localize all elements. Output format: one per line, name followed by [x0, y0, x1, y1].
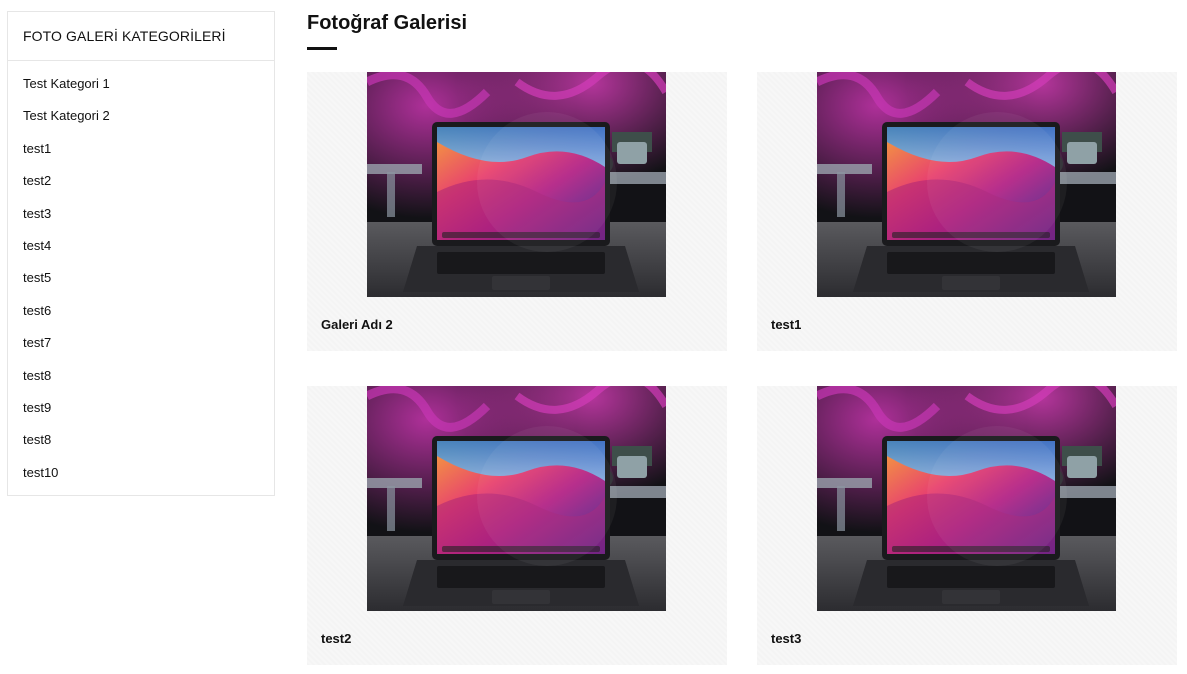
gallery-title[interactable]: test2 — [321, 631, 351, 646]
gallery-title[interactable]: Galeri Adı 2 — [321, 317, 393, 332]
gallery-thumbnail[interactable] — [367, 72, 666, 297]
category-item[interactable]: Test Kategori 2 — [23, 107, 274, 139]
title-underline — [307, 47, 337, 50]
category-item[interactable]: test7 — [23, 334, 274, 366]
gallery-thumbnail[interactable] — [817, 72, 1116, 297]
category-item[interactable]: test4 — [23, 237, 274, 269]
category-item[interactable]: test2 — [23, 172, 274, 204]
gallery-title[interactable]: test1 — [771, 317, 801, 332]
category-item[interactable]: test10 — [23, 464, 274, 496]
gallery-card[interactable]: Galeri Adı 2 — [307, 72, 727, 351]
category-item[interactable]: test1 — [23, 140, 274, 172]
laptop-photo-image — [817, 72, 1116, 297]
category-item[interactable]: test8 — [23, 367, 274, 399]
category-item[interactable]: test3 — [23, 205, 274, 237]
gallery-card[interactable]: test3 — [757, 386, 1177, 665]
page-title: Fotoğraf Galerisi — [307, 12, 468, 34]
category-item[interactable]: Test Kategori 1 — [23, 75, 274, 107]
laptop-photo-image — [817, 386, 1116, 611]
laptop-photo-image — [367, 386, 666, 611]
gallery-thumbnail[interactable] — [817, 386, 1116, 611]
category-item[interactable]: test8 — [23, 431, 274, 463]
gallery-categories-sidebar: FOTO GALERİ KATEGORİLERİ Test Kategori 1… — [7, 11, 275, 496]
category-item[interactable]: test9 — [23, 399, 274, 431]
category-item[interactable]: test6 — [23, 302, 274, 334]
category-list: Test Kategori 1 Test Kategori 2 test1 te… — [8, 61, 274, 496]
gallery-thumbnail[interactable] — [367, 386, 666, 611]
category-item[interactable]: test5 — [23, 269, 274, 301]
gallery-title[interactable]: test3 — [771, 631, 801, 646]
laptop-photo-image — [367, 72, 666, 297]
gallery-card[interactable]: test1 — [757, 72, 1177, 351]
gallery-card[interactable]: test2 — [307, 386, 727, 665]
sidebar-heading: FOTO GALERİ KATEGORİLERİ — [8, 12, 274, 61]
